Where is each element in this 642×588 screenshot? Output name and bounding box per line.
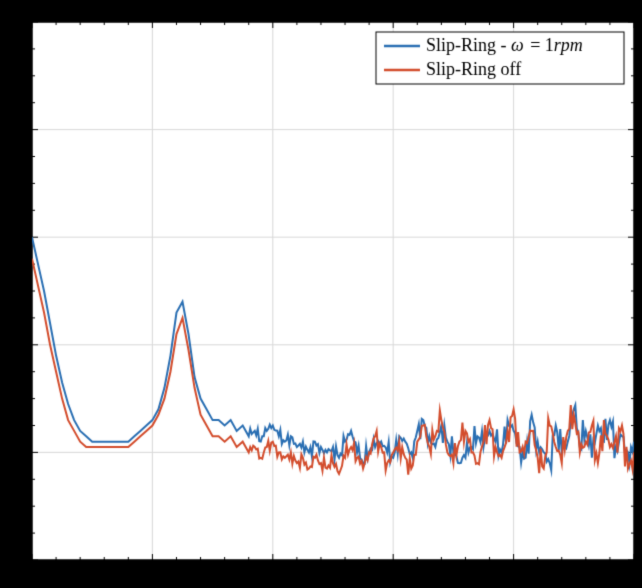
- line-chart-canvas: [0, 0, 642, 588]
